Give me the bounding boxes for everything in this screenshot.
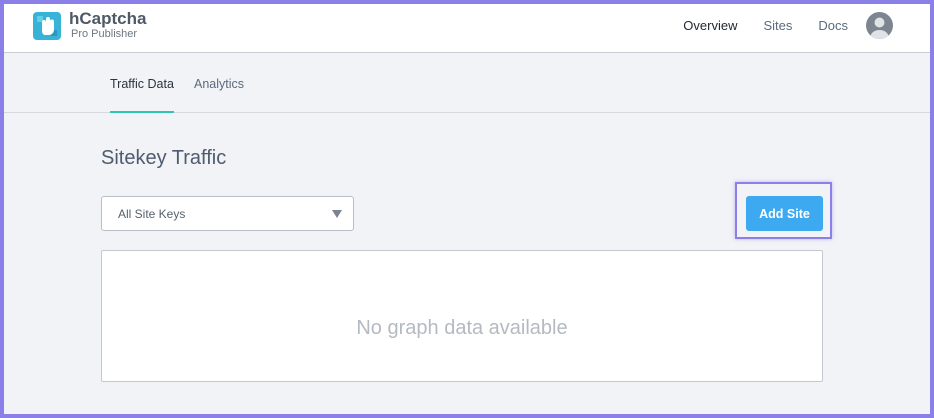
page-title: Sitekey Traffic bbox=[101, 147, 227, 169]
hcaptcha-logo-icon[interactable] bbox=[31, 10, 63, 42]
tab-traffic-data[interactable]: Traffic Data bbox=[110, 77, 174, 113]
top-header: hCaptcha Pro Publisher Overview Sites Do… bbox=[4, 4, 930, 53]
select-value: All Site Keys bbox=[118, 207, 186, 221]
brand-name: hCaptcha bbox=[69, 9, 147, 28]
traffic-graph: No graph data available bbox=[101, 250, 823, 382]
nav-sites[interactable]: Sites bbox=[763, 18, 792, 33]
add-site-button[interactable]: Add Site bbox=[746, 196, 823, 231]
graph-empty-message: No graph data available bbox=[356, 317, 568, 339]
app-frame: hCaptcha Pro Publisher Overview Sites Do… bbox=[0, 0, 934, 418]
brand: hCaptcha Pro Publisher bbox=[69, 9, 147, 41]
nav-overview[interactable]: Overview bbox=[683, 18, 737, 33]
site-key-select[interactable]: All Site Keys bbox=[101, 196, 354, 231]
top-nav: Overview Sites Docs bbox=[683, 18, 848, 33]
brand-subtitle: Pro Publisher bbox=[71, 28, 138, 40]
avatar-silhouette-icon bbox=[870, 17, 889, 39]
tab-analytics[interactable]: Analytics bbox=[194, 77, 244, 111]
nav-docs[interactable]: Docs bbox=[818, 18, 848, 33]
sub-nav: Traffic Data Analytics bbox=[4, 53, 930, 113]
user-avatar-icon[interactable] bbox=[866, 12, 893, 39]
caret-down-icon bbox=[332, 210, 342, 218]
